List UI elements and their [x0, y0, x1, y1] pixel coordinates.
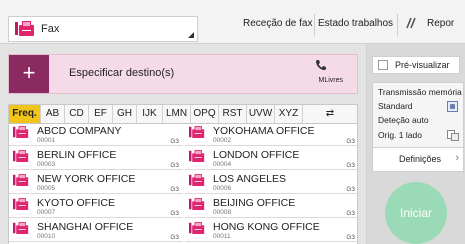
destination-label: Especificar destino(s)	[69, 67, 175, 79]
entry-name: LOS ANGELES	[213, 173, 286, 185]
tab-cd[interactable]: CD	[65, 105, 89, 123]
dropdown-corner-icon	[188, 32, 194, 38]
entry-line-type: G3	[346, 210, 355, 217]
fax-icon	[189, 150, 205, 163]
entry-number: 00004	[213, 161, 232, 168]
tab-xyz[interactable]: XYZ	[275, 105, 303, 123]
entry-number: 00006	[213, 185, 232, 192]
entry-name: BEIJING OFFICE	[213, 197, 296, 209]
start-button[interactable]: Iniciar	[385, 182, 447, 244]
entry-line-type: G3	[170, 162, 179, 169]
reset-button[interactable]: Repor	[427, 18, 454, 29]
app-selector[interactable]: Fax	[8, 16, 198, 42]
list-item[interactable]: LOS ANGELES 00006 G3	[185, 172, 359, 194]
entry-line-type: G3	[170, 234, 179, 241]
fax-icon	[189, 174, 205, 187]
list-item[interactable]: HONG KONG OFFICE 00011 G3	[185, 220, 359, 242]
reset-icon[interactable]	[405, 16, 417, 30]
tab-freq[interactable]: Freq.	[9, 105, 41, 123]
entry-name: KYOTO OFFICE	[37, 197, 115, 209]
entry-line-type: G3	[170, 138, 179, 145]
entry-number: 00008	[213, 209, 232, 216]
resolution-label: Standard	[378, 101, 413, 111]
preview-label: Pré-visualizar	[395, 60, 450, 70]
tab-uvw[interactable]: UVW	[247, 105, 275, 123]
entry-line-type: G3	[346, 234, 355, 241]
entry-line-type: G3	[346, 162, 355, 169]
fax-icon	[189, 222, 205, 235]
list-item[interactable]: BERLIN OFFICE 00003 G3	[9, 148, 183, 170]
list-item[interactable]: KYOTO OFFICE 00007 G3	[9, 196, 183, 218]
one-sided-original-icon	[447, 130, 459, 141]
entry-name: BERLIN OFFICE	[37, 149, 117, 161]
tab-ab[interactable]: AB	[41, 105, 65, 123]
tab-ef[interactable]: EF	[89, 105, 113, 123]
app-name: Fax	[41, 23, 60, 35]
entry-line-type: G3	[346, 186, 355, 193]
list-item[interactable]: BEIJING OFFICE 00008 G3	[185, 196, 359, 218]
fax-icon	[13, 126, 29, 139]
tab-opq[interactable]: OPQ	[191, 105, 219, 123]
tab-ijk[interactable]: IJK	[137, 105, 163, 123]
entry-number: 00005	[37, 185, 56, 192]
original-sides-label: Orig. 1 lado	[378, 130, 422, 140]
list-item[interactable]: SHANGHAI OFFICE 00010 G3	[9, 220, 183, 242]
toolbar-divider	[397, 14, 398, 36]
settings-label: Definições	[399, 154, 442, 164]
list-item[interactable]: LONDON OFFICE 00004 G3	[185, 148, 359, 170]
list-item[interactable]: YOKOHAMA OFFICE 00002 G3	[185, 124, 359, 146]
fax-icon	[13, 174, 29, 187]
entry-number: 00003	[37, 161, 56, 168]
memory-transmission-label: Transmissão memória	[378, 87, 462, 97]
free-lines-label: MLivres	[318, 77, 343, 84]
chevron-right-icon: ›	[455, 152, 459, 164]
job-status-button[interactable]: Estado trabalhos	[318, 18, 393, 29]
resolution-icon	[447, 101, 458, 112]
fax-icon	[189, 126, 205, 139]
tab-switch-icon[interactable]: ⇄	[303, 105, 357, 123]
entry-line-type: G3	[170, 210, 179, 217]
fax-icon	[15, 21, 35, 37]
entry-name: SHANGHAI OFFICE	[37, 221, 134, 233]
entry-number: 00010	[37, 233, 56, 240]
plus-icon: +	[9, 55, 49, 93]
tab-gh[interactable]: GH	[113, 105, 137, 123]
list-item[interactable]: NEW YORK OFFICE 00005 G3	[9, 172, 183, 194]
top-bar: Fax Receção de fax Estado trabalhos Repo…	[0, 0, 465, 44]
settings-panel[interactable]: Transmissão memória Standard Deteção aut…	[372, 82, 464, 172]
entry-name: YOKOHAMA OFFICE	[213, 125, 315, 137]
toolbar-divider	[314, 14, 315, 36]
tab-rst[interactable]: RST	[219, 105, 247, 123]
entry-line-type: G3	[346, 138, 355, 145]
entry-number: 00011	[213, 233, 231, 240]
entry-name: LONDON OFFICE	[213, 149, 300, 161]
entry-line-type: G3	[170, 186, 179, 193]
list-item[interactable]: ABCD COMPANY 00001 G3	[9, 124, 183, 146]
entry-name: ABCD COMPANY	[37, 125, 122, 137]
entry-number: 00007	[37, 209, 56, 216]
phone-icon	[316, 60, 326, 71]
entry-name: NEW YORK OFFICE	[37, 173, 136, 185]
preview-toggle[interactable]: Pré-visualizar	[372, 56, 460, 74]
entry-name: HONG KONG OFFICE	[213, 221, 320, 233]
entry-number: 00001	[37, 137, 56, 144]
settings-button[interactable]: Definições ›	[373, 147, 463, 171]
address-list: ABCD COMPANY 00001 G3 YOKOHAMA OFFICE 00…	[8, 124, 359, 244]
entry-number: 00002	[213, 137, 232, 144]
preview-checkbox[interactable]	[378, 60, 388, 70]
density-label: Deteção auto	[378, 115, 429, 125]
specify-destination-button[interactable]: + Especificar destino(s) MLivres	[8, 54, 358, 94]
fax-icon	[13, 198, 29, 211]
index-tabs: Freq. AB CD EF GH IJK LMN OPQ RST UVW XY…	[8, 104, 358, 124]
fax-icon	[13, 150, 29, 163]
fax-icon	[13, 222, 29, 235]
fax-reception-button[interactable]: Receção de fax	[243, 18, 313, 29]
fax-icon	[189, 198, 205, 211]
tab-lmn[interactable]: LMN	[163, 105, 191, 123]
